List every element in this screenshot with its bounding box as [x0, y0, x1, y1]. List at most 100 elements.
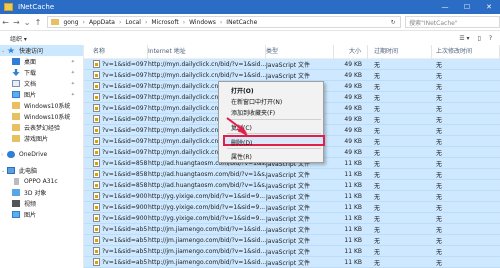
expires-cell: 无 — [374, 83, 381, 91]
table-row[interactable]: ?v=1&sid=ab5... http://jm.jiamengo.com/bi… — [84, 235, 500, 246]
sidebar-item-this-pc[interactable]: ⌄ 此电脑 — [0, 165, 83, 176]
last-modified-cell: 无 — [436, 138, 443, 146]
table-row[interactable]: ?v=1&sid=ab5... http://jm.jiamengo.com/bi… — [84, 224, 500, 235]
computer-icon — [7, 167, 15, 174]
column-size[interactable]: 大小 — [334, 44, 368, 59]
sidebar-item-folder[interactable]: 游戏图片 — [0, 133, 83, 144]
menu-item-delete[interactable]: 删除(D) — [231, 138, 252, 147]
table-row[interactable]: ?v=1&sid=097... http://myn.dailyclick.cn/… — [84, 59, 500, 70]
sidebar-item-folder[interactable]: Windows10系统 — [0, 100, 83, 111]
internet-address-cell: http://myn.dailyclick.cn/bid/?v=1&sid... — [148, 60, 266, 68]
expires-cell: 无 — [374, 127, 381, 135]
file-name-cell[interactable]: ?v=1&sid=097... — [84, 148, 148, 156]
internet-address-cell: http://jm.jiamengo.com/bid/?v=1&sid... — [148, 225, 266, 233]
file-name: ?v=1&sid=858... — [102, 159, 148, 167]
file-name-cell[interactable]: ?v=1&sid=900... — [84, 192, 148, 200]
file-name: ?v=1&sid=097... — [102, 82, 148, 90]
help-button[interactable]: ? — [489, 35, 492, 42]
maximize-button[interactable]: ☐ — [456, 0, 478, 14]
sidebar-item-documents[interactable]: 文档 ✦ — [0, 78, 83, 89]
file-name-cell[interactable]: ?v=1&sid=097... — [84, 60, 148, 68]
menu-item-open[interactable]: 打开(O) — [231, 86, 254, 95]
breadcrumb-microsoft[interactable]: Microsoft — [151, 19, 178, 26]
refresh-button[interactable]: ↻ — [388, 19, 398, 26]
column-type[interactable]: 类型 — [266, 44, 334, 59]
last-modified-cell: 无 — [436, 61, 443, 69]
column-internet-address[interactable]: Internet 地址 — [148, 44, 266, 59]
sidebar-item-quick-access[interactable]: ⌄ 快速访问 — [0, 45, 83, 56]
organize-menu[interactable]: 组织 ▾ — [10, 34, 27, 43]
table-row[interactable]: ?v=1&sid=858... http://ad.huangtaosm.com/… — [84, 180, 500, 191]
table-row[interactable]: ?v=1&sid=900... http://yg.yixige.com/bid/… — [84, 191, 500, 202]
table-row[interactable]: ?v=1&sid=858... http://ad.huangtaosm.com/… — [84, 169, 500, 180]
sidebar-item-pictures[interactable]: 图片 ✦ — [0, 89, 83, 100]
sidebar-item-label: 视频 — [24, 201, 37, 208]
column-header: 名称 Internet 地址 类型 大小 过期时间 上次修改时间 — [84, 44, 500, 59]
file-name-cell[interactable]: ?v=1&sid=858... — [84, 170, 148, 178]
file-name-cell[interactable]: ?v=1&sid=858... — [84, 181, 148, 189]
sidebar-item-pictures[interactable]: 图片 — [0, 209, 83, 220]
expires-cell: 无 — [374, 226, 381, 234]
breadcrumb-local[interactable]: Local — [125, 19, 141, 26]
sidebar-item-folder[interactable]: 云表梦幻经验 — [0, 122, 83, 133]
menu-item-open-new-window[interactable]: 在新窗口中打开(N) — [231, 97, 282, 106]
minimize-button[interactable]: — — [434, 0, 456, 14]
breadcrumb-gong[interactable]: gong — [63, 19, 78, 26]
file-name-cell[interactable]: ?v=1&sid=097... — [84, 137, 148, 145]
javascript-file-icon — [93, 258, 100, 266]
file-name-cell[interactable]: ?v=1&sid=ab5... — [84, 247, 148, 255]
view-options-button[interactable]: ☰ ▾ — [459, 35, 469, 42]
column-last-modified[interactable]: 上次修改时间 — [432, 44, 500, 59]
internet-address-cell: http://jm.jiamengo.com/bid/?v=1&sid... — [148, 247, 266, 255]
sidebar-item-onedrive[interactable]: › OneDrive — [0, 149, 83, 160]
javascript-file-icon — [93, 126, 100, 134]
forward-button[interactable]: → — [11, 18, 22, 27]
table-row[interactable]: ?v=1&sid=097... http://myn.dailyclick.cn/… — [84, 70, 500, 81]
sidebar-item-phone[interactable]: OPPO A31c — [0, 176, 83, 187]
file-name-cell[interactable]: ?v=1&sid=ab5... — [84, 225, 148, 233]
file-name-cell[interactable]: ?v=1&sid=097... — [84, 104, 148, 112]
sidebar-item-desktop[interactable]: 桌面 ✦ — [0, 56, 83, 67]
file-name-cell[interactable]: ?v=1&sid=ab5... — [84, 236, 148, 244]
sidebar-item-videos[interactable]: 视频 — [0, 198, 83, 209]
type-cell: JavaScript 文件 — [266, 226, 310, 234]
picture-icon — [12, 211, 20, 218]
breadcrumb-inetcache[interactable]: INetCache — [226, 19, 257, 26]
last-modified-cell: 无 — [436, 127, 443, 135]
column-expires[interactable]: 过期时间 — [368, 44, 432, 59]
file-name-cell[interactable]: ?v=1&sid=097... — [84, 115, 148, 123]
search-input[interactable]: 搜索"INetCache" — [405, 16, 500, 28]
sidebar-item-folder[interactable]: Windows10系统 — [0, 111, 83, 122]
folder-icon — [4, 3, 13, 11]
sidebar-item-3d-objects[interactable]: 3D 对象 — [0, 187, 83, 198]
up-button[interactable]: ↑ — [33, 18, 44, 27]
recent-dropdown-button[interactable]: ⌄ — [22, 18, 33, 27]
menu-item-properties[interactable]: 属性(R) — [231, 152, 252, 161]
last-modified-cell: 无 — [436, 116, 443, 124]
file-name-cell[interactable]: ?v=1&sid=097... — [84, 82, 148, 90]
file-name-cell[interactable]: ?v=1&sid=097... — [84, 126, 148, 134]
size-cell: 11 KB — [344, 214, 362, 222]
file-name-cell[interactable]: ?v=1&sid=ab5... — [84, 258, 148, 266]
internet-address-cell: http://ad.huangtaosm.com/bid/?v=1&s... — [148, 181, 266, 189]
table-row[interactable]: ?v=1&sid=900... http://yg.yixige.com/bid/… — [84, 213, 500, 224]
breadcrumb[interactable]: gong › AppData › Local › Microsoft › Win… — [47, 16, 402, 28]
file-name-cell[interactable]: ?v=1&sid=900... — [84, 203, 148, 211]
breadcrumb-appdata[interactable]: AppData — [89, 19, 115, 26]
table-row[interactable]: ?v=1&sid=ab5... http://jm.jiamengo.com/bi… — [84, 246, 500, 257]
back-button[interactable]: ← — [0, 18, 11, 27]
sidebar-item-downloads[interactable]: 下载 ✦ — [0, 67, 83, 78]
close-button[interactable]: ✕ — [478, 0, 500, 14]
breadcrumb-windows[interactable]: Windows — [189, 19, 216, 26]
file-name-cell[interactable]: ?v=1&sid=858... — [84, 159, 148, 167]
type-cell: JavaScript 文件 — [266, 259, 310, 267]
file-name: ?v=1&sid=097... — [102, 126, 148, 134]
file-name-cell[interactable]: ?v=1&sid=097... — [84, 71, 148, 79]
column-name[interactable]: 名称 — [84, 44, 148, 59]
chevron-down-icon[interactable]: ⌄ — [1, 48, 7, 54]
table-row[interactable]: ?v=1&sid=900... http://yg.yixige.com/bid/… — [84, 202, 500, 213]
preview-pane-button[interactable]: ▯ — [478, 35, 481, 42]
table-row[interactable]: ?v=1&sid=ab5... http://jm.jiamengo.com/bi… — [84, 257, 500, 268]
file-name-cell[interactable]: ?v=1&sid=097... — [84, 93, 148, 101]
file-name-cell[interactable]: ?v=1&sid=900... — [84, 214, 148, 222]
